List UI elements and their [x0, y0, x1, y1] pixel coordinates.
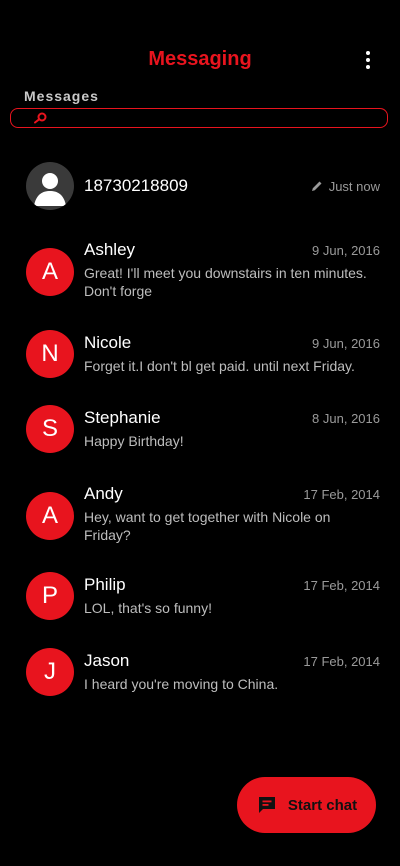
message-preview: Hey, want to get together with Nicole on…: [84, 509, 331, 543]
contact-name: Jason: [84, 651, 130, 670]
message-date: 9 Jun, 2016: [312, 243, 380, 258]
conversation-row[interactable]: S Stephanie 8 Jun, 2016 Happy Birthday!: [0, 405, 400, 455]
contact-name: Philip: [84, 575, 126, 594]
contact-name: Ashley: [84, 240, 136, 259]
more-options-icon[interactable]: [356, 48, 380, 72]
message-preview: Forget it.I don't bl get paid. until nex…: [84, 358, 355, 374]
contact-name: Andy: [84, 484, 123, 503]
default-avatar-icon: [26, 162, 74, 210]
message-preview: Great! I'll meet you downstairs in ten m…: [84, 265, 367, 299]
search-icon: [34, 112, 47, 124]
section-label: Messages: [24, 88, 99, 104]
start-chat-button[interactable]: Start chat: [237, 777, 376, 833]
app-header: Messaging Messages: [0, 0, 400, 128]
start-chat-label: Start chat: [287, 796, 358, 814]
avatar: J: [26, 648, 74, 696]
avatar: N: [26, 330, 74, 378]
conversation-row[interactable]: A Andy 17 Feb, 2014 Hey, want to get tog…: [0, 481, 400, 546]
avatar: S: [26, 405, 74, 453]
avatar: P: [26, 572, 74, 620]
draft-pencil-icon: [311, 181, 322, 191]
conversation-row[interactable]: 18730218809 Just now: [0, 162, 400, 212]
message-date: 17 Feb, 2014: [303, 578, 380, 593]
app-title: Messaging: [148, 48, 252, 70]
conversation-row[interactable]: A Ashley 9 Jun, 2016 Great! I'll meet yo…: [0, 237, 400, 302]
message-date: 9 Jun, 2016: [312, 336, 380, 351]
conversation-row[interactable]: P Philip 17 Feb, 2014 LOL, that's so fun…: [0, 572, 400, 622]
message-time: Just now: [311, 179, 380, 194]
contact-name: Stephanie: [84, 408, 161, 427]
contact-name: 18730218809: [84, 176, 189, 195]
avatar: A: [26, 248, 74, 296]
search-input[interactable]: [10, 108, 388, 128]
message-date: 8 Jun, 2016: [312, 411, 380, 426]
avatar: A: [26, 492, 74, 540]
conversation-row[interactable]: N Nicole 9 Jun, 2016 Forget it.I don't b…: [0, 330, 400, 380]
message-date: 17 Feb, 2014: [303, 654, 380, 669]
contact-name: Nicole: [84, 333, 132, 352]
message-preview: I heard you're moving to China.: [84, 676, 279, 692]
chat-icon: [258, 797, 275, 813]
message-preview: LOL, that's so funny!: [84, 600, 212, 616]
message-date: 17 Feb, 2014: [303, 487, 380, 502]
message-preview: Happy Birthday!: [84, 433, 184, 449]
conversation-row[interactable]: J Jason 17 Feb, 2014 I heard you're movi…: [0, 648, 400, 698]
